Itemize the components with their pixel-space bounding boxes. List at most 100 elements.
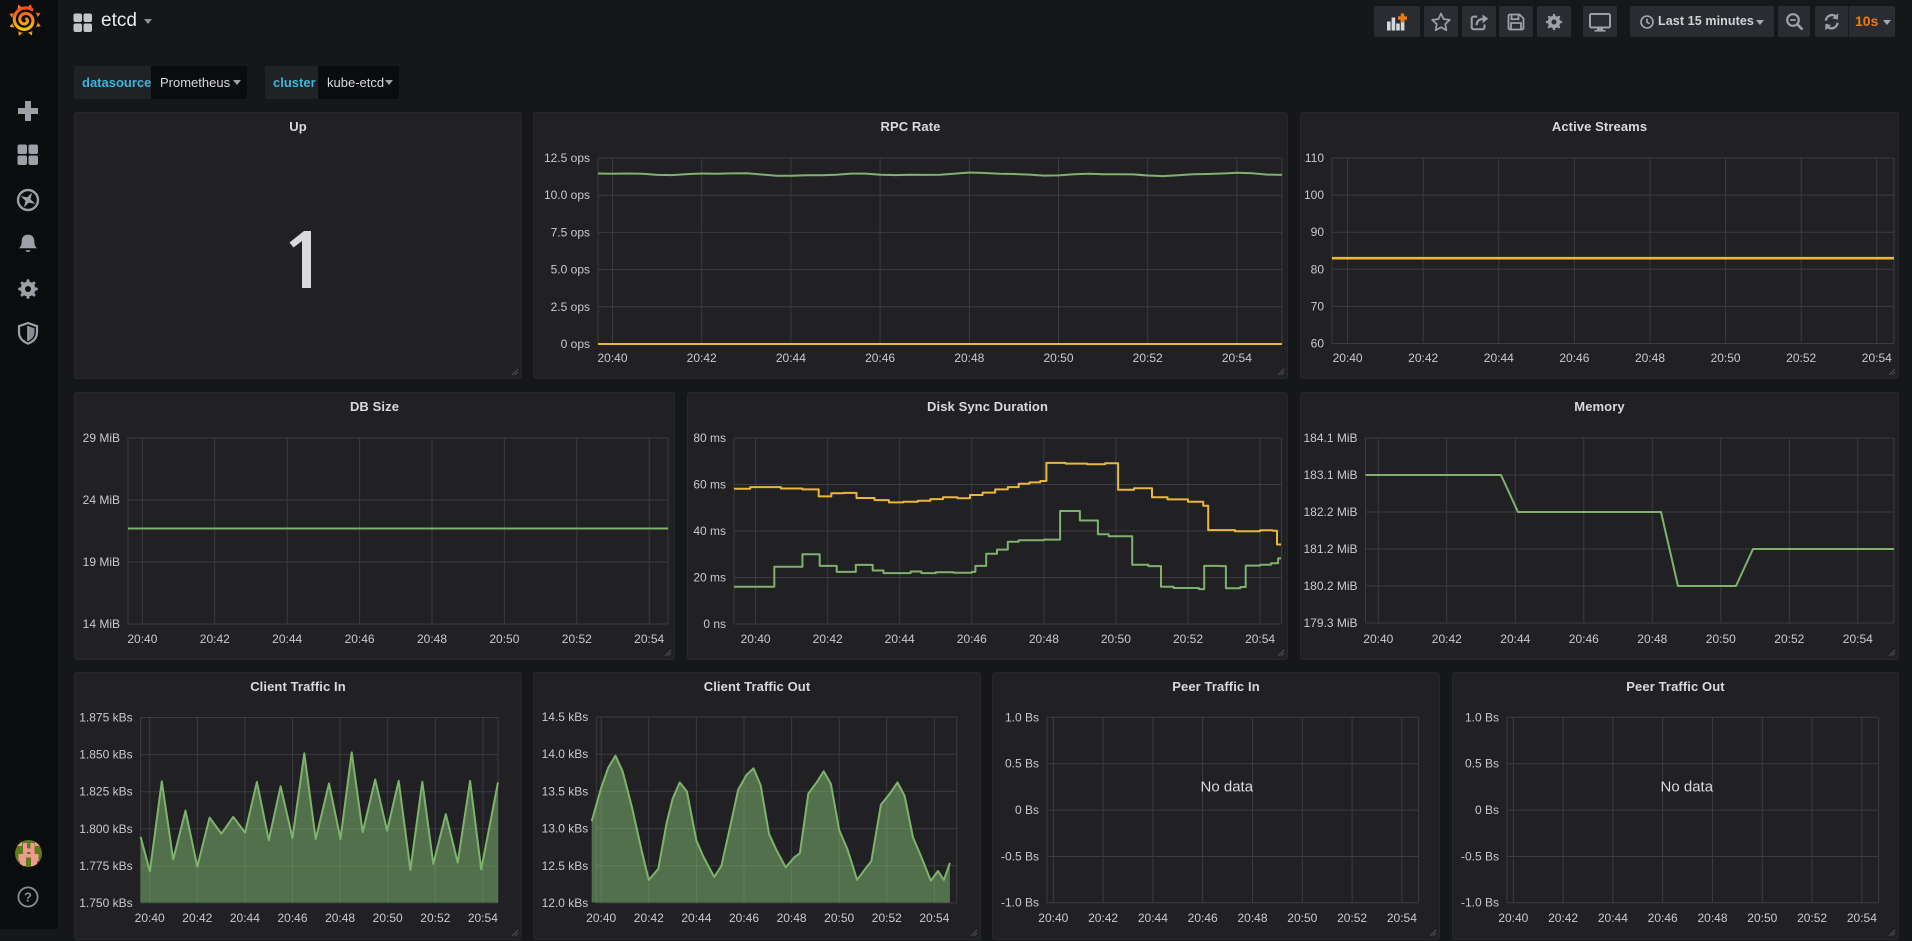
svg-text:20:40: 20:40 <box>1333 351 1363 365</box>
svg-text:1.775 kBs: 1.775 kBs <box>79 859 132 873</box>
svg-text:20:44: 20:44 <box>1484 351 1514 365</box>
svg-text:100: 100 <box>1304 188 1324 202</box>
svg-text:20:40: 20:40 <box>741 632 771 646</box>
svg-text:20:40: 20:40 <box>127 632 157 646</box>
svg-text:20:48: 20:48 <box>777 911 807 925</box>
svg-text:20:50: 20:50 <box>1101 632 1131 646</box>
svg-text:20:48: 20:48 <box>1697 911 1727 925</box>
svg-text:20:48: 20:48 <box>954 351 984 365</box>
svg-text:12.5 ops: 12.5 ops <box>544 151 590 165</box>
svg-text:20:54: 20:54 <box>1862 351 1892 365</box>
svg-text:14 MiB: 14 MiB <box>83 617 120 631</box>
svg-text:20:54: 20:54 <box>1222 351 1252 365</box>
svg-text:20:42: 20:42 <box>687 351 717 365</box>
svg-text:179.3 MiB: 179.3 MiB <box>1303 616 1357 630</box>
svg-text:1.850 kBs: 1.850 kBs <box>79 748 132 762</box>
svg-text:70: 70 <box>1311 299 1325 313</box>
svg-text:10.0 ops: 10.0 ops <box>544 188 590 202</box>
svg-text:20:52: 20:52 <box>1173 632 1203 646</box>
svg-text:20:52: 20:52 <box>1786 351 1816 365</box>
svg-text:12.5 kBs: 12.5 kBs <box>542 859 589 873</box>
svg-text:20:50: 20:50 <box>489 632 519 646</box>
svg-text:20:42: 20:42 <box>634 911 664 925</box>
svg-text:1.800 kBs: 1.800 kBs <box>79 822 132 836</box>
svg-text:19 MiB: 19 MiB <box>83 555 120 569</box>
svg-text:-1.0 Bs: -1.0 Bs <box>1461 896 1499 910</box>
svg-text:180.2 MiB: 180.2 MiB <box>1303 579 1357 593</box>
svg-text:20:46: 20:46 <box>1188 911 1218 925</box>
svg-text:29 MiB: 29 MiB <box>83 431 120 445</box>
svg-text:14.5 kBs: 14.5 kBs <box>542 710 589 724</box>
svg-text:20:44: 20:44 <box>1500 632 1530 646</box>
svg-text:40 ms: 40 ms <box>693 524 726 538</box>
svg-text:20:44: 20:44 <box>1138 911 1168 925</box>
svg-text:20:48: 20:48 <box>417 632 447 646</box>
svg-text:184.1 MiB: 184.1 MiB <box>1303 431 1357 445</box>
svg-text:20:48: 20:48 <box>1637 632 1667 646</box>
svg-text:5.0 ops: 5.0 ops <box>551 263 590 277</box>
svg-text:1.825 kBs: 1.825 kBs <box>79 785 132 799</box>
svg-text:20:46: 20:46 <box>1559 351 1589 365</box>
svg-text:20:54: 20:54 <box>1847 911 1877 925</box>
svg-text:20:44: 20:44 <box>230 911 260 925</box>
svg-text:181.2 MiB: 181.2 MiB <box>1303 542 1357 556</box>
svg-text:20:40: 20:40 <box>135 911 165 925</box>
svg-text:13.0 kBs: 13.0 kBs <box>542 822 589 836</box>
svg-text:20:52: 20:52 <box>1133 351 1163 365</box>
svg-text:20:42: 20:42 <box>1408 351 1438 365</box>
svg-text:20:54: 20:54 <box>1245 632 1275 646</box>
svg-text:20:48: 20:48 <box>1029 632 1059 646</box>
svg-text:20:52: 20:52 <box>1774 632 1804 646</box>
svg-text:20:46: 20:46 <box>1569 632 1599 646</box>
svg-text:20:40: 20:40 <box>597 351 627 365</box>
svg-text:20:46: 20:46 <box>957 632 987 646</box>
svg-text:20:52: 20:52 <box>872 911 902 925</box>
svg-text:No data: No data <box>1661 779 1714 796</box>
svg-text:20:52: 20:52 <box>420 911 450 925</box>
svg-text:20:46: 20:46 <box>277 911 307 925</box>
svg-text:1.0 Bs: 1.0 Bs <box>1465 710 1499 724</box>
svg-text:-0.5 Bs: -0.5 Bs <box>1461 850 1499 864</box>
svg-text:-1.0 Bs: -1.0 Bs <box>1001 896 1039 910</box>
svg-text:0.5 Bs: 0.5 Bs <box>1005 757 1039 771</box>
svg-text:20:52: 20:52 <box>562 632 592 646</box>
svg-text:20:44: 20:44 <box>681 911 711 925</box>
svg-text:20:50: 20:50 <box>1711 351 1741 365</box>
svg-text:20:48: 20:48 <box>1635 351 1665 365</box>
svg-text:20 ms: 20 ms <box>693 571 726 585</box>
svg-text:20:46: 20:46 <box>865 351 895 365</box>
svg-text:1.875 kBs: 1.875 kBs <box>79 711 132 725</box>
svg-text:20:42: 20:42 <box>182 911 212 925</box>
svg-text:20:50: 20:50 <box>824 911 854 925</box>
svg-text:7.5 ops: 7.5 ops <box>551 225 590 239</box>
svg-text:20:46: 20:46 <box>1648 911 1678 925</box>
svg-text:13.5 kBs: 13.5 kBs <box>542 784 589 798</box>
svg-text:80: 80 <box>1311 262 1325 276</box>
svg-text:?: ? <box>24 890 32 905</box>
svg-text:20:54: 20:54 <box>468 911 498 925</box>
svg-text:20:40: 20:40 <box>1363 632 1393 646</box>
svg-text:20:44: 20:44 <box>272 632 302 646</box>
svg-text:90: 90 <box>1311 225 1325 239</box>
svg-text:No data: No data <box>1201 779 1254 796</box>
svg-text:20:54: 20:54 <box>1387 911 1417 925</box>
svg-text:60: 60 <box>1311 337 1325 351</box>
svg-text:20:48: 20:48 <box>325 911 355 925</box>
svg-text:20:54: 20:54 <box>1843 632 1873 646</box>
svg-text:20:42: 20:42 <box>1088 911 1118 925</box>
svg-text:20:40: 20:40 <box>1498 911 1528 925</box>
svg-text:20:44: 20:44 <box>776 351 806 365</box>
svg-text:20:52: 20:52 <box>1337 911 1367 925</box>
svg-text:20:50: 20:50 <box>1706 632 1736 646</box>
svg-text:20:40: 20:40 <box>586 911 616 925</box>
svg-text:20:42: 20:42 <box>1548 911 1578 925</box>
svg-text:0 Bs: 0 Bs <box>1015 803 1039 817</box>
svg-text:20:46: 20:46 <box>345 632 375 646</box>
svg-text:0 ops: 0 ops <box>561 337 590 351</box>
svg-text:20:46: 20:46 <box>729 911 759 925</box>
svg-text:20:50: 20:50 <box>1747 911 1777 925</box>
svg-text:1.0 Bs: 1.0 Bs <box>1005 710 1039 724</box>
svg-text:20:40: 20:40 <box>1038 911 1068 925</box>
svg-text:0 Bs: 0 Bs <box>1475 803 1499 817</box>
svg-text:182.2 MiB: 182.2 MiB <box>1303 505 1357 519</box>
